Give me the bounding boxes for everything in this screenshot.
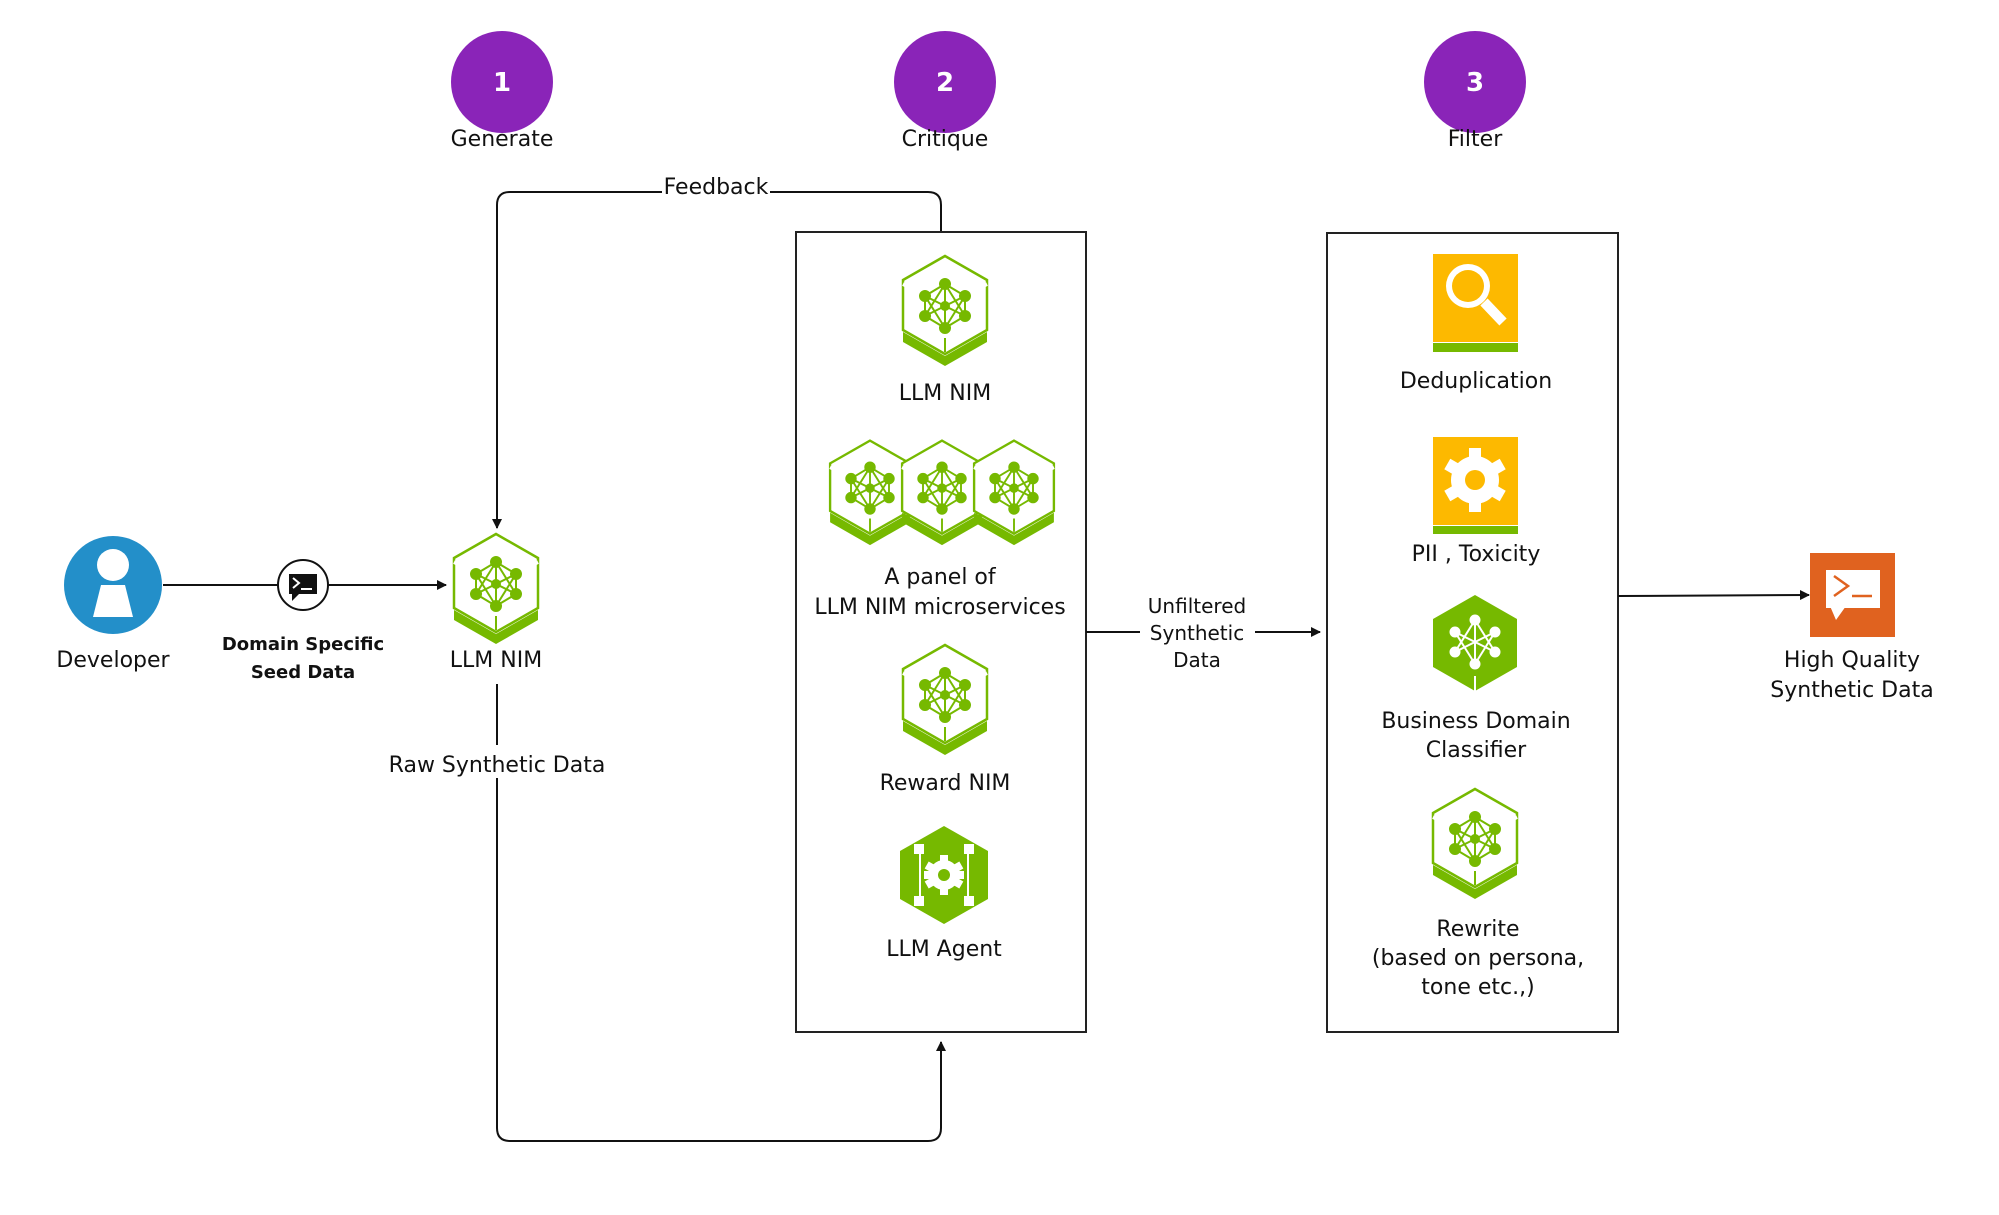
critique-item-label: A panel of — [884, 565, 997, 590]
step-2: 2 Critique — [894, 31, 996, 152]
feedback-edge-left — [492, 191, 662, 529]
seed-data-node: Domain Specific Seed Data — [222, 559, 384, 683]
filter-item-label: Classifier — [1426, 738, 1527, 763]
developer-node: Developer — [56, 536, 171, 673]
step-2-label: Critique — [902, 127, 989, 152]
unfiltered-label-line2: Synthetic — [1150, 621, 1244, 645]
magnifier-icon — [1433, 254, 1518, 352]
developer-label: Developer — [56, 648, 170, 673]
seed-label-line1: Domain Specific — [222, 634, 384, 655]
terminal-chat-icon — [1810, 553, 1895, 637]
unfiltered-label-line1: Unfiltered — [1148, 594, 1246, 618]
output-label-line1: High Quality — [1784, 648, 1920, 673]
step-2-number: 2 — [936, 68, 954, 98]
step-1-label: Generate — [451, 127, 554, 152]
pipeline-diagram: 1 Generate 2 Critique 3 Filter Feedback … — [56, 31, 1934, 1142]
feedback-edge-right — [770, 191, 942, 232]
step-3: 3 Filter — [1424, 31, 1526, 152]
filter-item-label: Business Domain — [1381, 709, 1570, 734]
filter-item-label: Rewrite — [1436, 917, 1519, 942]
nim-panel-icon — [828, 438, 1056, 547]
critique-item-label: LLM Agent — [886, 937, 1002, 962]
raw-data-label: Raw Synthetic Data — [389, 753, 606, 778]
filter-item-label: (based on persona, — [1372, 946, 1584, 971]
critique-item-label: LLM NIM microservices — [814, 595, 1065, 620]
filter-item-label: Deduplication — [1400, 369, 1552, 394]
filter-item-label: tone etc.,) — [1421, 975, 1534, 1000]
feedback-label: Feedback — [664, 175, 769, 200]
step-3-label: Filter — [1448, 127, 1503, 152]
critique-item-label: Reward NIM — [880, 771, 1011, 796]
edge-filter-output — [1617, 590, 1810, 601]
filter-item-label: PII , Toxicity — [1412, 542, 1541, 567]
step-3-number: 3 — [1466, 68, 1484, 98]
critique-item-llm-nim: LLM NIM — [899, 254, 991, 406]
generator-node: LLM NIM — [450, 532, 542, 673]
critique-item-label: LLM NIM — [899, 381, 991, 406]
gear-icon — [1433, 437, 1518, 534]
step-1: 1 Generate — [451, 31, 554, 152]
seed-label-line2: Seed Data — [251, 662, 355, 683]
generator-label: LLM NIM — [450, 648, 542, 673]
step-1-number: 1 — [493, 68, 511, 98]
nim-hex-icon — [452, 532, 540, 646]
output-node: High Quality Synthetic Data — [1770, 553, 1934, 703]
output-label-line2: Synthetic Data — [1770, 678, 1933, 703]
unfiltered-label-line3: Data — [1173, 648, 1221, 672]
